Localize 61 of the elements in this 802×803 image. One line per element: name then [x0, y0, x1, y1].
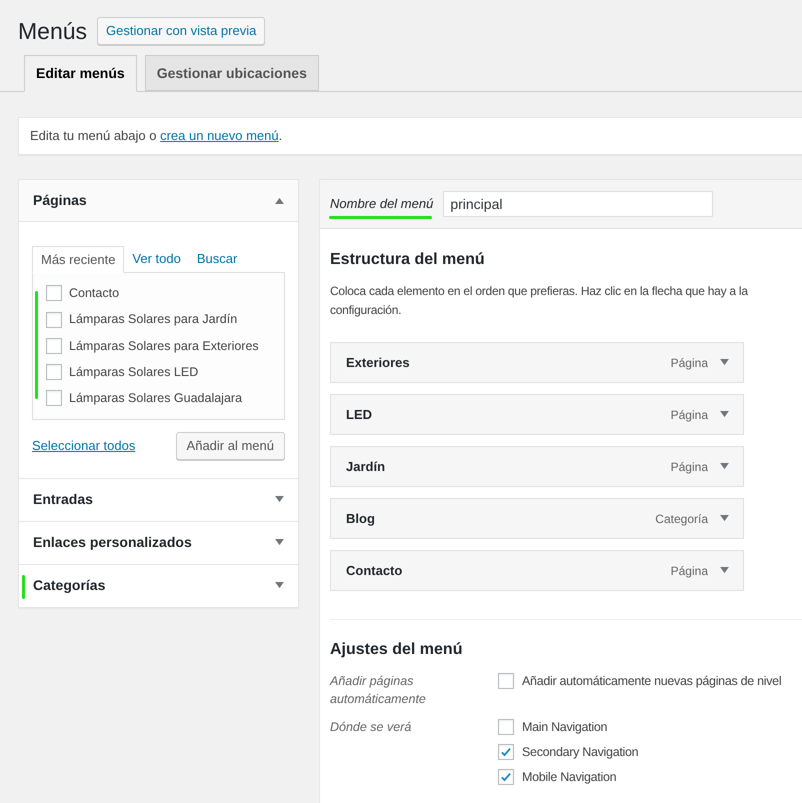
menu-name-label: Nombre del menú — [330, 195, 434, 214]
accordion-header[interactable]: Entradas — [19, 478, 298, 521]
menu-item-bar[interactable]: Contacto Página — [330, 550, 744, 591]
page-option-label[interactable]: Contacto — [69, 284, 120, 303]
option-label[interactable]: Mobile Navigation — [522, 768, 616, 786]
checkmark-icon — [500, 746, 512, 758]
setting-label: Añadir páginas automáticamente — [330, 673, 427, 708]
panel-tab[interactable]: Buscar — [188, 246, 246, 272]
expand-arrow-icon[interactable] — [720, 463, 729, 470]
preview-button[interactable]: Gestionar con vista previa — [97, 17, 266, 45]
tab[interactable]: Editar menús — [24, 55, 137, 92]
option-label[interactable]: Secondary Navigation — [522, 742, 638, 762]
page-option-label[interactable]: Lámparas Solares para Exteriores — [69, 336, 259, 356]
item-type-label: Página — [670, 562, 708, 580]
menu-item-bar[interactable]: Exteriores Página — [330, 342, 744, 383]
item-type-label: Página — [670, 458, 708, 476]
checkbox[interactable] — [46, 364, 62, 380]
option-label[interactable]: Main Navigation — [522, 718, 608, 737]
menu-item-bar[interactable]: Jardín Página — [330, 446, 744, 487]
page-option-label[interactable]: Lámparas Solares para Jardín — [69, 310, 238, 329]
option-label[interactable]: Añadir automáticamente nuevas páginas de nivel — [522, 672, 782, 691]
expand-arrow-icon[interactable] — [275, 539, 284, 546]
panel-tab[interactable]: Ver todo — [124, 246, 189, 272]
checkbox[interactable] — [498, 719, 514, 736]
setting-label: Dónde se verá — [330, 719, 412, 736]
add-to-menu-button[interactable]: Añadir al menú — [176, 432, 285, 460]
checkbox[interactable] — [498, 744, 514, 760]
section-title: Estructura del menú — [330, 250, 486, 270]
section-title: Ajustes del menú — [330, 640, 464, 660]
menu-item-bar[interactable]: LED Página — [330, 394, 744, 435]
new-menu-link[interactable]: crea un nuevo menú — [160, 128, 279, 144]
tab[interactable]: Gestionar ubicaciones — [144, 55, 319, 91]
item-type-label: Página — [670, 354, 708, 372]
help-text: Coloca cada elemento en el orden que prefieras. Haz clic en la flecha que hay a la configuración. — [330, 283, 749, 319]
checkbox[interactable] — [46, 285, 62, 302]
expand-arrow-icon[interactable] — [720, 411, 729, 418]
expand-arrow-icon[interactable] — [720, 515, 729, 522]
checkbox[interactable] — [46, 312, 62, 328]
page-title: Menús — [18, 17, 88, 45]
expand-arrow-icon[interactable] — [720, 359, 729, 366]
select-all-link[interactable]: Seleccionar todos — [32, 436, 136, 456]
item-type-label: Página — [670, 406, 708, 424]
expand-arrow-icon[interactable] — [275, 496, 284, 504]
page-option-label[interactable]: Lámparas Solares LED — [69, 362, 198, 382]
expand-arrow-icon[interactable] — [720, 567, 729, 574]
item-type-label: Categoría — [655, 510, 708, 528]
checkmark-icon — [500, 770, 512, 783]
checkbox[interactable] — [498, 768, 514, 785]
checkbox[interactable] — [46, 338, 62, 354]
accordion-header[interactable]: Categorías — [19, 564, 298, 607]
collapse-arrow-icon[interactable] — [275, 197, 284, 204]
accordion-header[interactable]: Enlaces personalizados — [19, 522, 298, 564]
accordion-header[interactable]: Páginas — [19, 180, 298, 222]
notice-text: Edita tu menú abajo o crea un nuevo menú. — [30, 127, 282, 146]
page-option-label[interactable]: Lámparas Solares Guadalajara — [69, 389, 242, 408]
menu-item-bar[interactable]: Blog Categoría — [330, 498, 744, 539]
checkbox[interactable] — [498, 673, 514, 690]
panel-tab[interactable]: Más reciente — [32, 246, 124, 273]
checkbox[interactable] — [46, 390, 62, 406]
expand-arrow-icon[interactable] — [275, 582, 284, 590]
menu-name-field[interactable]: principal — [443, 191, 714, 217]
